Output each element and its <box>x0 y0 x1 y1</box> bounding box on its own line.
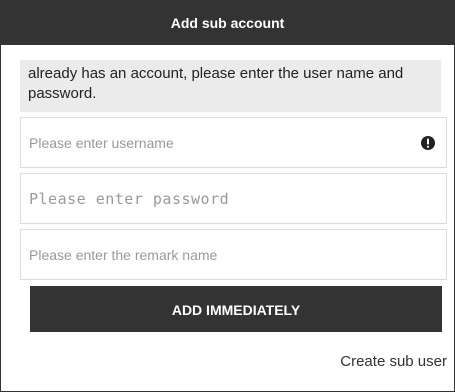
password-field <box>20 173 447 224</box>
remark-name-input[interactable] <box>21 230 409 279</box>
add-sub-account-dialog: Add sub account already has an account, … <box>0 0 455 392</box>
password-input[interactable] <box>21 174 409 223</box>
username-input[interactable] <box>21 118 409 167</box>
create-sub-user-link[interactable]: Create sub user <box>340 353 447 370</box>
existing-account-notice: already has an account, please enter the… <box>20 60 441 112</box>
add-immediately-button[interactable]: ADD IMMEDIATELY <box>30 286 442 332</box>
alert-circle-icon <box>421 136 435 150</box>
dialog-title: Add sub account <box>1 1 454 45</box>
username-field <box>20 117 447 168</box>
remark-field <box>20 229 447 280</box>
